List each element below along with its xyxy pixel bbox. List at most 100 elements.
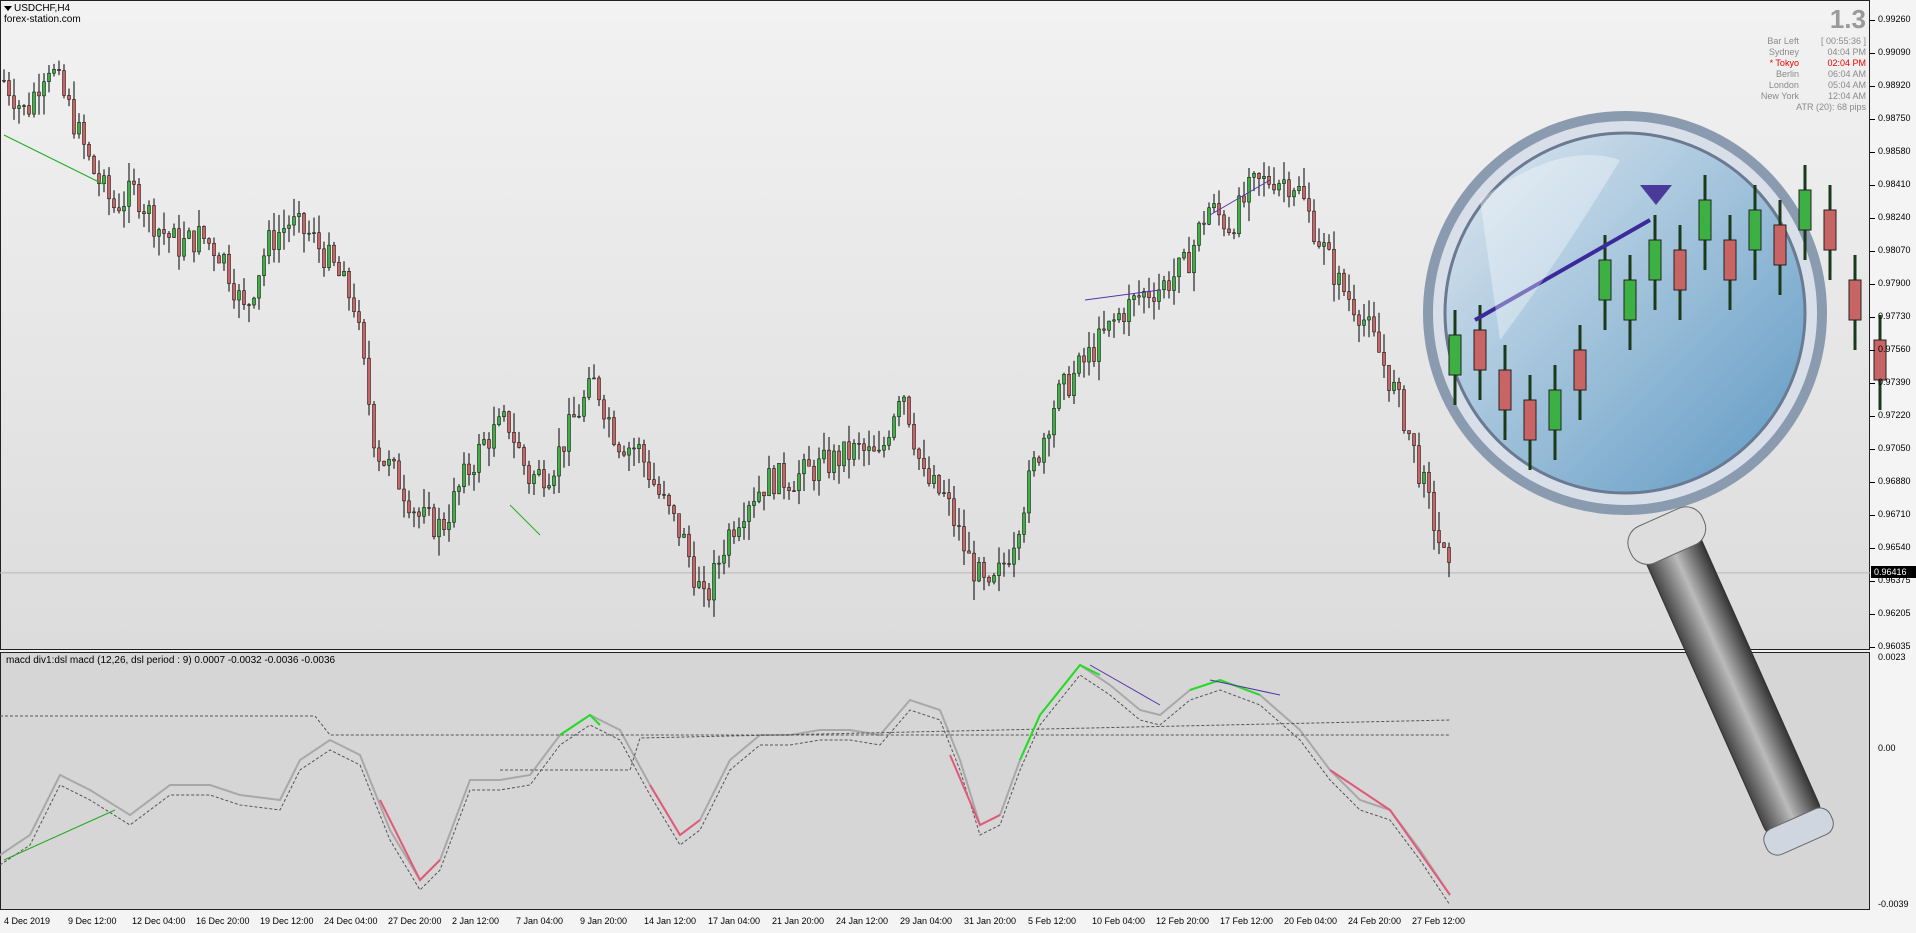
price-tick	[1870, 647, 1875, 648]
price-tick-label: 0.96710	[1878, 509, 1911, 519]
price-tick-label: 0.98580	[1878, 146, 1911, 156]
price-tick-label: 0.98070	[1878, 245, 1911, 255]
spread-value: 1.3	[1829, 4, 1866, 34]
zoomed-candle	[1623, 279, 1637, 321]
session-table: Bar Left[ 00:55:36 ] Sydney 04:04 PM * Toky…	[1761, 36, 1866, 102]
zoomed-candle	[1848, 279, 1862, 321]
zoomed-candle	[1723, 239, 1737, 281]
price-tick	[1870, 119, 1875, 120]
session-label: Sydney	[1768, 47, 1799, 57]
price-tick-label: 0.96540	[1878, 542, 1911, 552]
price-tick-label: 0.97220	[1878, 410, 1911, 420]
current-price-badge: 0.96416	[1871, 566, 1916, 578]
time-tick-label: 21 Jan 20:00	[772, 916, 825, 926]
session-label: Bar Left	[1767, 36, 1799, 46]
price-tick	[1870, 218, 1875, 219]
price-tick-label: 0.96035	[1878, 641, 1911, 651]
price-tick	[1870, 20, 1875, 21]
price-tick	[1870, 152, 1875, 153]
time-tick-label: 27 Dec 20:00	[388, 916, 442, 926]
price-tick-label: 0.99090	[1878, 47, 1911, 57]
price-tick-label: 0.98920	[1878, 80, 1911, 90]
time-tick-label: 2 Jan 12:00	[452, 916, 500, 926]
price-tick-label: 0.99260	[1878, 14, 1911, 24]
session-row: London 05:04 AM	[1761, 80, 1866, 91]
magnifier-handle	[1627, 506, 1834, 856]
time-tick-label: 7 Jan 04:00	[516, 916, 564, 926]
dropdown-arrow-icon[interactable]	[4, 6, 12, 11]
price-tick-label: 0.96205	[1878, 608, 1911, 618]
price-tick-label: 0.98410	[1878, 179, 1911, 189]
zoomed-candle	[1523, 399, 1537, 441]
indicator-tick-label: 0.00	[1878, 743, 1896, 753]
zoomed-candle	[1698, 199, 1712, 241]
session-label: Berlin	[1775, 69, 1799, 79]
session-label: New York	[1760, 91, 1799, 101]
time-tick-label: 4 Dec 2019	[4, 916, 51, 926]
price-tick	[1870, 515, 1875, 516]
zoomed-candle	[1598, 259, 1612, 301]
indicator-title: macd div1:dsl macd (12,26, dsl period : …	[6, 655, 336, 666]
zoomed-candle	[1748, 209, 1762, 251]
symbol-title: USDCHF,H4	[14, 3, 71, 14]
magnifier-glass-icon	[1423, 111, 1887, 856]
price-tick	[1870, 614, 1875, 615]
session-time: 02:04 PM	[1827, 58, 1866, 68]
price-tick-label: 0.97560	[1878, 344, 1911, 354]
session-time: 05:04 AM	[1827, 80, 1866, 90]
zoomed-candle	[1473, 329, 1487, 371]
price-tick	[1870, 185, 1875, 186]
session-row: Sydney 04:04 PM	[1761, 47, 1866, 58]
price-tick-label: 0.97390	[1878, 377, 1911, 387]
price-tick-label: 0.98750	[1878, 113, 1911, 123]
watermark-text: forex-station.com	[4, 14, 81, 25]
price-tick	[1870, 581, 1875, 582]
zoomed-candle	[1448, 334, 1462, 376]
time-tick-label: 9 Jan 20:00	[580, 916, 628, 926]
price-tick	[1870, 53, 1875, 54]
price-tick	[1870, 416, 1875, 417]
price-tick	[1870, 548, 1875, 549]
session-row: Berlin 06:04 AM	[1761, 69, 1866, 80]
time-tick-label: 17 Feb 12:00	[1220, 916, 1274, 926]
time-tick-label: 17 Jan 04:00	[708, 916, 761, 926]
zoomed-candle	[1798, 189, 1812, 231]
time-tick-label: 27 Feb 12:00	[1412, 916, 1466, 926]
price-tick	[1870, 350, 1875, 351]
price-tick-label: 0.97730	[1878, 311, 1911, 321]
price-tick	[1870, 251, 1875, 252]
zoomed-candle	[1573, 349, 1587, 391]
zoomed-candle	[1648, 239, 1662, 281]
session-time: 06:04 AM	[1827, 69, 1866, 79]
time-tick-label: 14 Jan 12:00	[644, 916, 697, 926]
session-row: New York 12:04 AM	[1761, 91, 1866, 102]
time-tick-label: 24 Dec 04:00	[324, 916, 378, 926]
zoomed-candle	[1673, 249, 1687, 291]
time-tick-label: 10 Feb 04:00	[1092, 916, 1146, 926]
session-time: [ 00:55:36 ]	[1820, 36, 1866, 46]
session-label: * Tokyo	[1769, 58, 1799, 68]
time-tick-label: 24 Jan 12:00	[836, 916, 889, 926]
zoomed-candle	[1773, 224, 1787, 266]
price-tick	[1870, 317, 1875, 318]
price-tick	[1870, 449, 1875, 450]
session-label: London	[1768, 80, 1799, 90]
time-tick-label: 9 Dec 12:00	[68, 916, 117, 926]
chart-title: USDCHF,H4 forex-station.com	[4, 3, 81, 25]
time-tick-label: 31 Jan 20:00	[964, 916, 1017, 926]
price-tick-label: 0.98240	[1878, 212, 1911, 222]
atr-text: ATR (20): 68 pips	[1796, 102, 1866, 112]
price-tick	[1870, 482, 1875, 483]
price-tick	[1870, 86, 1875, 87]
time-tick-label: 5 Feb 12:00	[1028, 916, 1077, 926]
price-tick	[1870, 284, 1875, 285]
session-row: * Tokyo 02:04 PM	[1761, 58, 1866, 69]
session-time: 12:04 AM	[1827, 91, 1866, 101]
time-tick-label: 24 Feb 20:00	[1348, 916, 1402, 926]
price-tick-label: 0.97050	[1878, 443, 1911, 453]
indicator-tick-label: 0.0023	[1878, 652, 1906, 662]
time-tick-label: 20 Feb 04:00	[1284, 916, 1338, 926]
time-tick-label: 12 Feb 20:00	[1156, 916, 1210, 926]
session-time: 04:04 PM	[1827, 47, 1866, 57]
indicator-tick-label: -0.0039	[1878, 899, 1909, 909]
